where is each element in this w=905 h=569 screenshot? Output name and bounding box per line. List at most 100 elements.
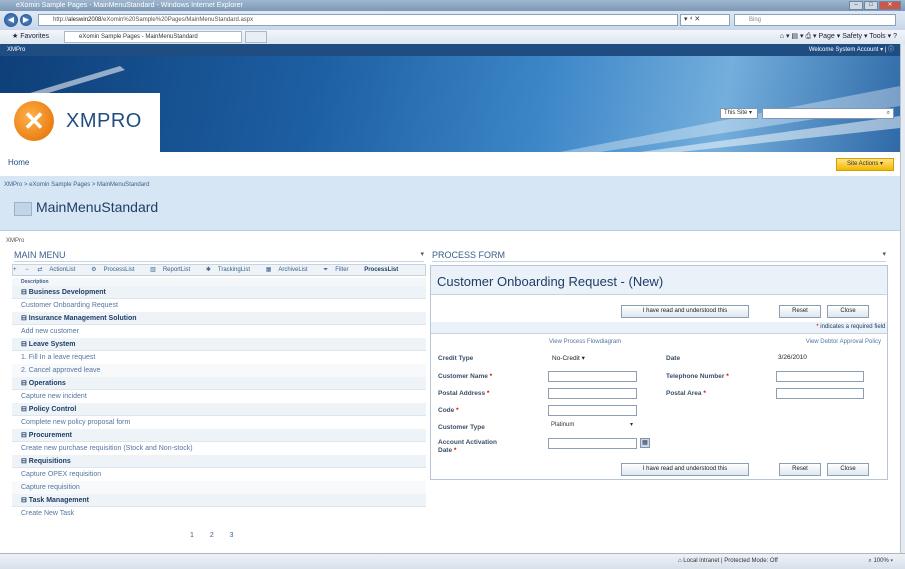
group-row[interactable]: ⊟ Task Management xyxy=(12,494,426,507)
webpart-menu-icon[interactable]: ▾ xyxy=(420,250,424,258)
welcome-menu[interactable]: Welcome System Account ▾ | ⓘ xyxy=(809,44,894,56)
close-button[interactable]: Close xyxy=(827,305,869,318)
toolbar-processlist[interactable]: ⚙ ProcessList xyxy=(91,267,141,273)
activation-date-input[interactable] xyxy=(548,438,637,449)
zone-label: XMPro xyxy=(6,238,25,244)
date-value: 3/26/2010 xyxy=(778,354,807,361)
toolbar-filter[interactable]: ⏷ Filter xyxy=(323,267,355,273)
telephone-input[interactable] xyxy=(776,371,864,382)
favorites-button[interactable]: ★ Favorites xyxy=(12,32,49,40)
sharepoint-top-bar: XMPro Welcome System Account ▾ | ⓘ xyxy=(0,44,900,56)
command-bar[interactable]: ⌂ ▾ ▤ ▾ ⎙ ▾ Page ▾ Safety ▾ Tools ▾ ? xyxy=(780,32,897,41)
new-tab-button[interactable] xyxy=(245,31,267,43)
breadcrumb[interactable]: XMPro > eXomin Sample Pages > MainMenuSt… xyxy=(4,182,149,188)
back-icon[interactable]: ◀ xyxy=(4,13,18,27)
maximize-button[interactable]: □ xyxy=(864,1,878,10)
credit-type-select[interactable]: No-Credit ▾ xyxy=(552,354,585,362)
menu-item[interactable]: Capture requisition xyxy=(12,481,426,494)
menu-item[interactable]: Customer Onboarding Request xyxy=(12,299,426,312)
postal-area-label: Postal Area * xyxy=(666,390,706,397)
customer-name-label: Customer Name * xyxy=(438,373,493,380)
forward-icon[interactable]: ▶ xyxy=(20,14,32,26)
url-field[interactable]: http://aleswin2008/eXomin%20Sample%20Pag… xyxy=(38,14,678,26)
top-navigation: Home Site Actions ▾ xyxy=(0,152,900,177)
site-search-input[interactable]: ⌕ xyxy=(762,108,894,119)
expand-all-button[interactable]: + xyxy=(13,267,17,273)
view-policy-link[interactable]: View Debtor Approval Policy xyxy=(806,337,881,347)
menu-item[interactable]: Capture OPEX requisition xyxy=(12,468,426,481)
menu-item[interactable]: Complete new policy proposal form xyxy=(12,416,426,429)
group-row[interactable]: ⊟ Requisitions xyxy=(12,455,426,468)
collapse-all-button[interactable]: − xyxy=(25,267,29,273)
zoom-control[interactable]: ⌕ 100% ▾ xyxy=(868,554,893,569)
group-row[interactable]: ⊟ Leave System xyxy=(12,338,426,351)
window-controls: – □ ✕ xyxy=(849,1,901,10)
page-scrollbar[interactable] xyxy=(900,44,905,553)
reportlist-icon: ▥ xyxy=(150,267,156,273)
security-zone[interactable]: ⌂ Local intranet | Protected Mode: Off xyxy=(678,554,778,569)
code-input[interactable] xyxy=(548,405,637,416)
search-scope-dropdown[interactable]: This Site ▾ xyxy=(720,108,758,119)
required-note: * indicates a required field xyxy=(431,322,887,334)
group-row[interactable]: ⊟ Policy Control xyxy=(12,403,426,416)
close-button-bottom[interactable]: Close xyxy=(827,463,869,476)
help-icon[interactable]: ? xyxy=(893,33,897,40)
reset-button-bottom[interactable]: Reset xyxy=(779,463,821,476)
current-list-label: ProcessList xyxy=(364,267,399,273)
process-form-header: PROCESS FORM ▾ xyxy=(432,250,886,262)
telephone-label: Telephone Number * xyxy=(666,373,729,380)
group-row[interactable]: ⊟ Insurance Management Solution xyxy=(12,312,426,325)
understood-button[interactable]: I have read and understood this xyxy=(621,305,749,318)
postal-address-input[interactable] xyxy=(548,388,637,399)
form-links-row: View Process Flowdiagram View Debtor App… xyxy=(431,337,887,347)
page-title-area: XMPro > eXomin Sample Pages > MainMenuSt… xyxy=(0,176,900,231)
main-menu-toolbar: + − ⇄ ActionList ⚙ ProcessList ▥ ReportList… xyxy=(12,264,426,276)
calendar-icon[interactable]: ▦ xyxy=(640,438,650,448)
refresh-stop-controls[interactable]: ▾ ⁴ ✕ xyxy=(680,14,730,26)
site-logo[interactable]: ✕ XMPRO xyxy=(0,93,160,153)
browser-tab[interactable]: eXomin Sample Pages - MainMenuStandard xyxy=(64,31,242,43)
main-menu-list: Description ⊟ Business Development Custo… xyxy=(12,278,426,520)
group-row[interactable]: ⊟ Business Development xyxy=(12,286,426,299)
minimize-button[interactable]: – xyxy=(849,1,863,10)
menu-item[interactable]: Capture new incident xyxy=(12,390,426,403)
search-icon[interactable]: ⌕ xyxy=(887,110,890,116)
close-window-button[interactable]: ✕ xyxy=(879,1,901,10)
date-label: Date xyxy=(666,355,681,362)
code-label: Code * xyxy=(438,407,459,414)
toolbar-actionlist[interactable]: ⇄ ActionList xyxy=(37,267,82,273)
window-titlebar: eXomin Sample Pages - MainMenuStandard -… xyxy=(0,0,905,11)
toolbar-reportlist[interactable]: ▥ ReportList xyxy=(150,267,197,273)
webpart-menu-icon[interactable]: ▾ xyxy=(882,250,886,258)
reset-button[interactable]: Reset xyxy=(779,305,821,318)
understood-button-bottom[interactable]: I have read and understood this xyxy=(621,463,749,476)
menu-item[interactable]: Add new customer xyxy=(12,325,426,338)
processlist-icon: ⚙ xyxy=(91,267,97,273)
help-icon[interactable]: ⓘ xyxy=(888,47,894,53)
feeds-icon[interactable]: ▤ xyxy=(791,33,798,40)
site-name-link[interactable]: XMPro xyxy=(7,44,25,56)
zoom-icon: ⌕ xyxy=(868,558,872,564)
toolbar-archivelist[interactable]: ▦ ArchiveList xyxy=(266,267,315,273)
archivelist-icon: ▦ xyxy=(265,267,272,273)
intranet-icon: ⌂ xyxy=(678,558,682,564)
customer-type-select[interactable]: Platinum ▾ xyxy=(548,421,637,432)
postal-area-input[interactable] xyxy=(776,388,864,399)
print-icon[interactable]: ⎙ xyxy=(805,33,811,40)
menu-item[interactable]: Create New Task xyxy=(12,507,426,520)
customer-name-input[interactable] xyxy=(548,371,637,382)
search-box[interactable]: Bing xyxy=(734,14,896,26)
group-row[interactable]: ⊟ Operations xyxy=(12,377,426,390)
description-column-header: Description xyxy=(12,278,426,286)
site-actions-button[interactable]: Site Actions ▾ xyxy=(836,158,894,171)
nav-home[interactable]: Home xyxy=(8,158,29,167)
menu-item[interactable]: Create new purchase requisition (Stock a… xyxy=(12,442,426,455)
view-flowdiagram-link[interactable]: View Process Flowdiagram xyxy=(549,337,621,347)
pager[interactable]: 1 2 3 xyxy=(190,532,241,539)
toolbar-trackinglist[interactable]: ✱ TrackingList xyxy=(206,267,257,273)
menu-item[interactable]: 1. Fill In a leave request xyxy=(12,351,426,364)
home-icon[interactable]: ⌂ xyxy=(780,33,784,40)
bottom-button-row: I have read and understood this Reset Cl… xyxy=(431,463,887,477)
menu-item[interactable]: 2. Cancel approved leave xyxy=(12,364,426,377)
group-row[interactable]: ⊟ Procurement xyxy=(12,429,426,442)
